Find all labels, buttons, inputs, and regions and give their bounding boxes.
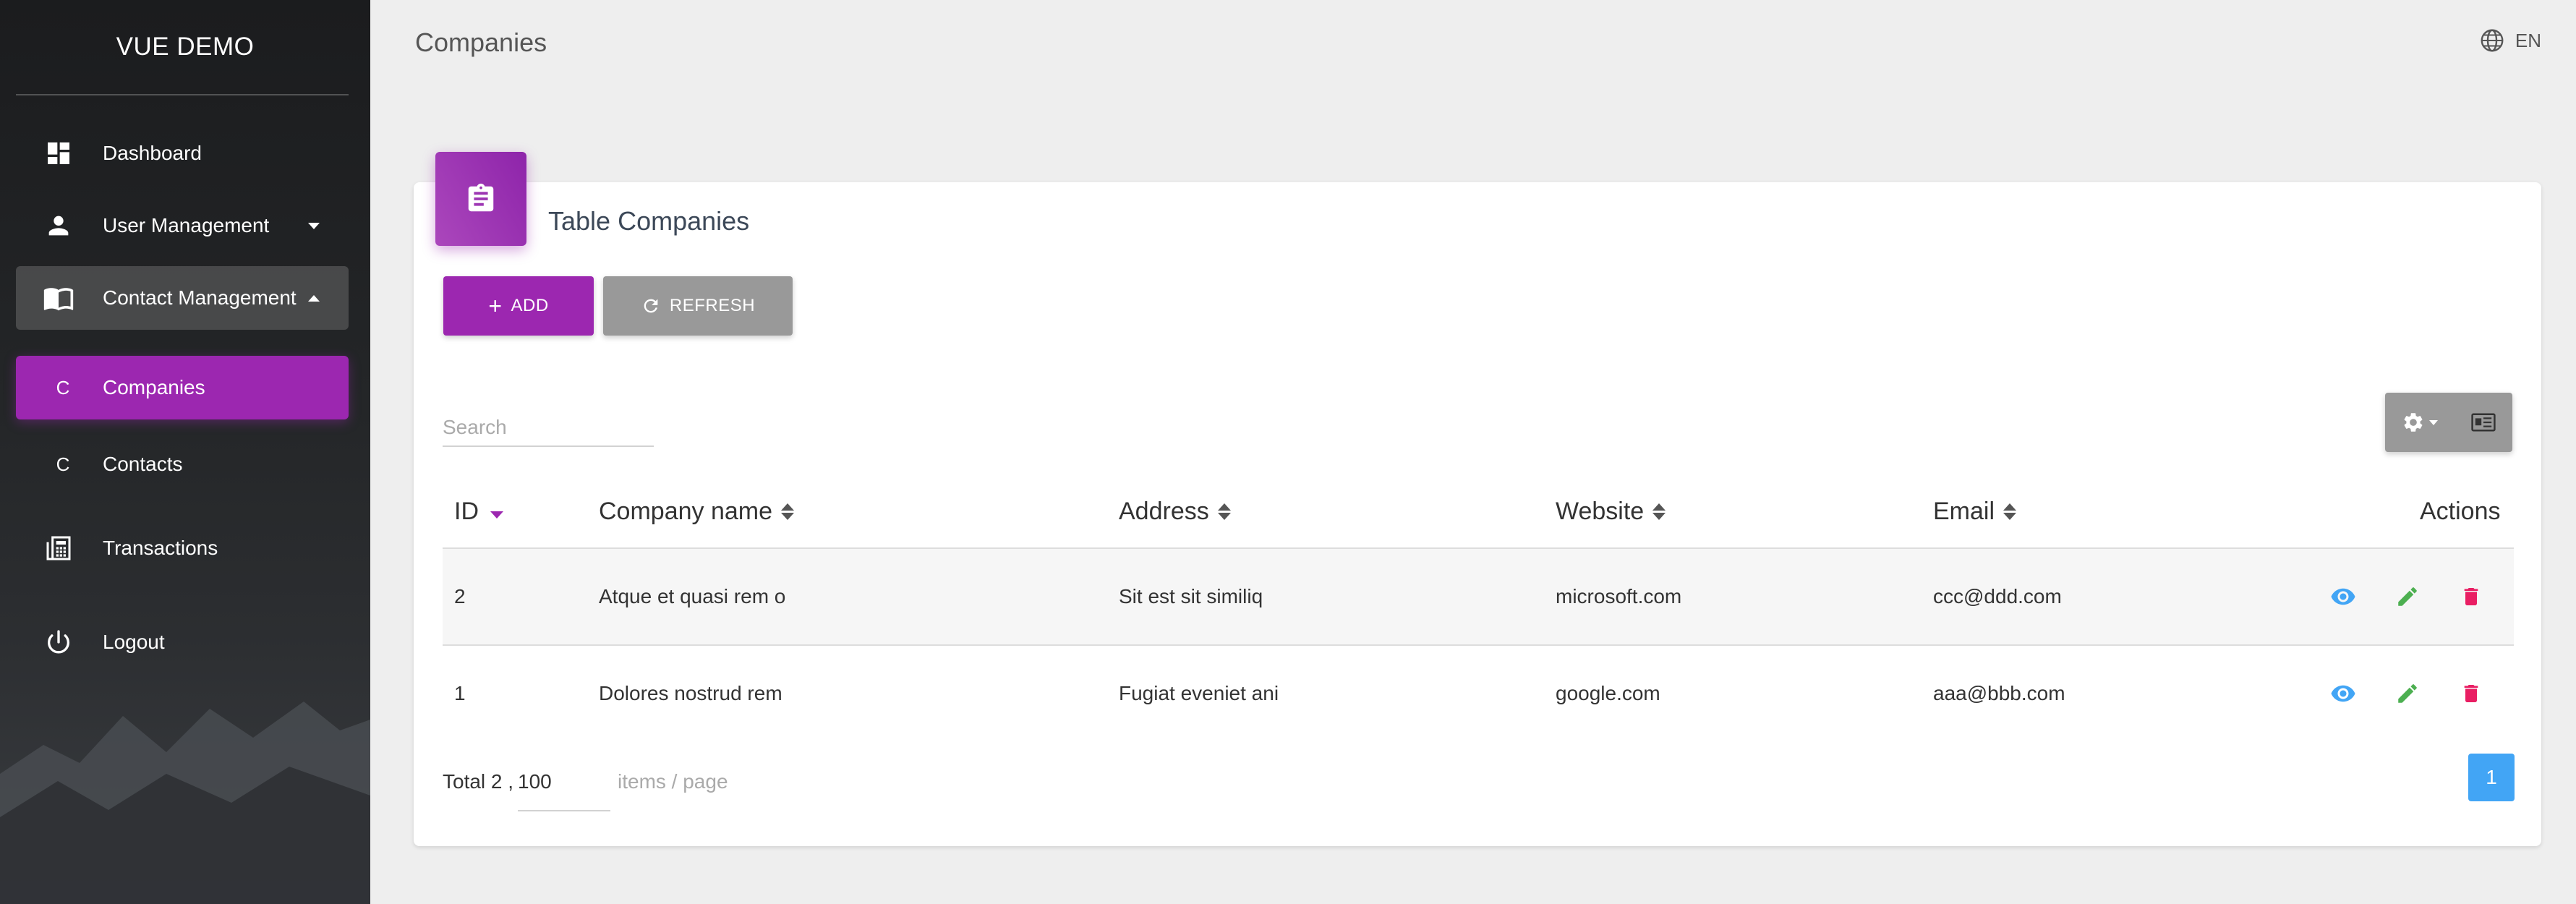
- card-title-prefix: Table: [548, 206, 611, 236]
- trash-icon[interactable]: [2457, 679, 2486, 708]
- sort-icon: [2003, 503, 2017, 520]
- card-title-main: Companies: [618, 206, 750, 236]
- column-header-actions: Actions: [2420, 498, 2501, 526]
- sort-icon: [1652, 503, 1666, 520]
- add-button[interactable]: + ADD: [443, 276, 594, 336]
- eye-icon[interactable]: [2329, 679, 2358, 708]
- sort-icon: [1217, 503, 1231, 520]
- plus-icon: +: [488, 293, 503, 319]
- sidebar: VUE DEMO Dashboard User Management Conta…: [0, 0, 370, 904]
- refresh-button-label: REFRESH: [669, 296, 756, 315]
- sidebar-item-transactions[interactable]: Transactions: [16, 516, 349, 580]
- sidebar-item-dashboard[interactable]: Dashboard: [16, 121, 349, 185]
- add-button-label: ADD: [511, 296, 549, 315]
- refresh-button[interactable]: REFRESH: [603, 276, 793, 336]
- column-header-website[interactable]: Website: [1556, 498, 1666, 526]
- globe-icon: [2481, 29, 2504, 52]
- column-header-label: ID: [454, 498, 479, 525]
- cell-website: microsoft.com: [1556, 585, 1682, 607]
- card-view-icon[interactable]: [2471, 412, 2496, 432]
- sidebar-item-mini: C: [56, 376, 70, 398]
- cell-email: aaa@bbb.com: [1933, 682, 2065, 704]
- trash-icon[interactable]: [2457, 582, 2486, 611]
- sidebar-item-logout[interactable]: Logout: [16, 610, 349, 674]
- cell-id: 2: [454, 585, 466, 607]
- sidebar-item-label: Contact Management: [103, 286, 297, 309]
- page-button-current[interactable]: 1: [2468, 754, 2515, 801]
- sidebar-item-contact-management[interactable]: Contact Management: [16, 266, 349, 330]
- sidebar-item-user-management[interactable]: User Management: [16, 194, 349, 257]
- cell-company-name: Dolores nostrud rem: [599, 682, 782, 704]
- cell-company-name: Atque et quasi rem o: [599, 585, 786, 607]
- search-field: [443, 411, 654, 447]
- cell-address: Fugiat eveniet ani: [1119, 682, 1279, 704]
- calculator-icon: [41, 531, 76, 566]
- sidebar-item-label: Dashboard: [103, 142, 202, 164]
- language-selector[interactable]: EN: [2479, 27, 2541, 54]
- chevron-up-icon: [308, 294, 320, 302]
- cell-address: Sit est sit similiq: [1119, 585, 1263, 607]
- refresh-icon: [644, 299, 658, 313]
- column-header-label: Address: [1119, 498, 1209, 525]
- sidebar-background-mountain: [0, 702, 370, 904]
- card-title: Table Companies: [548, 206, 749, 236]
- sidebar-item-label: Companies: [103, 376, 205, 398]
- column-header-label: Email: [1933, 498, 1995, 525]
- brand-divider: [16, 94, 349, 95]
- total-count: Total 2 ,: [443, 770, 514, 793]
- column-header-label: Website: [1556, 498, 1645, 525]
- search-input[interactable]: [443, 411, 654, 444]
- column-header-email[interactable]: Email: [1933, 498, 2017, 526]
- pencil-icon[interactable]: [2393, 582, 2422, 611]
- table-row[interactable]: 1 Dolores nostrud rem Fugiat eveniet ani…: [443, 646, 2514, 741]
- sidebar-item-companies[interactable]: C Companies: [16, 356, 349, 419]
- sidebar-item-label: Transactions: [103, 537, 218, 559]
- column-header-company-name[interactable]: Company name: [599, 498, 795, 526]
- sidebar-item-label: Logout: [103, 631, 165, 653]
- brand-title[interactable]: VUE DEMO: [0, 0, 370, 94]
- pencil-icon[interactable]: [2393, 679, 2422, 708]
- column-header-address[interactable]: Address: [1119, 498, 1231, 526]
- items-per-page-label: items / page: [618, 770, 728, 793]
- book-icon: [41, 281, 76, 315]
- language-label: EN: [2515, 29, 2541, 51]
- sidebar-item-label: Contacts: [103, 453, 183, 475]
- column-header-label: Company name: [599, 498, 773, 525]
- dashboard-icon: [41, 136, 76, 171]
- chevron-down-icon: [308, 222, 320, 229]
- column-header-id[interactable]: ID: [454, 498, 503, 526]
- cell-website: google.com: [1556, 682, 1660, 704]
- sort-desc-icon: [490, 511, 503, 519]
- table-settings-button[interactable]: [2385, 393, 2512, 452]
- table-row[interactable]: 2 Atque et quasi rem o Sit est sit simil…: [443, 549, 2514, 644]
- sidebar-item-mini: C: [56, 453, 70, 475]
- sidebar-item-label: User Management: [103, 214, 270, 236]
- clipboard-icon: [435, 152, 526, 246]
- column-header-label: Actions: [2420, 498, 2501, 525]
- sidebar-item-contacts[interactable]: C Contacts: [16, 432, 349, 496]
- gear-icon: [2402, 411, 2438, 434]
- cell-id: 1: [454, 682, 466, 704]
- page-size-select[interactable]: 100: [518, 759, 610, 811]
- power-icon: [41, 625, 76, 660]
- page-title: Companies: [415, 27, 547, 57]
- person-icon: [41, 208, 76, 243]
- eye-icon[interactable]: [2329, 582, 2358, 611]
- cell-email: ccc@ddd.com: [1933, 585, 2062, 607]
- sort-icon: [781, 503, 795, 520]
